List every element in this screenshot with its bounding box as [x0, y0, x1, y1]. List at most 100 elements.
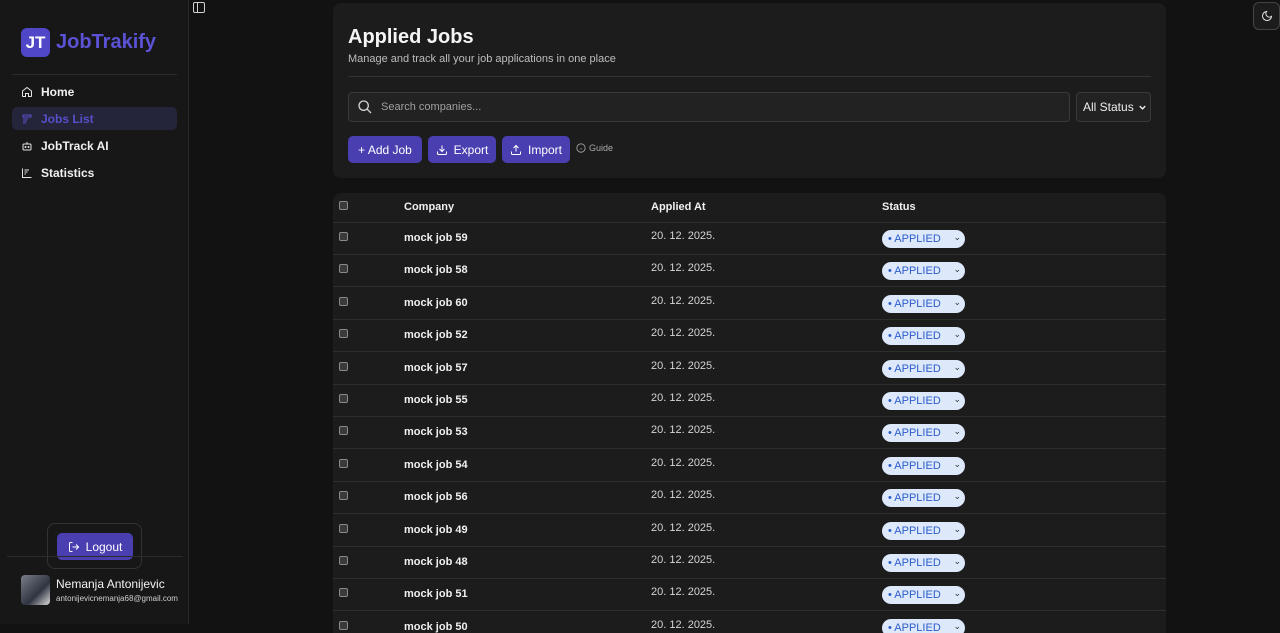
user-name: Nemanja Antonijevic	[56, 577, 165, 591]
applied-at-cell: 20. 12. 2025.	[651, 586, 716, 599]
chevron-down-icon: ⌄	[953, 556, 961, 566]
row-checkbox[interactable]	[339, 264, 348, 274]
export-button[interactable]: Export	[428, 136, 496, 163]
page-subtitle: Manage and track all your job applicatio…	[348, 53, 616, 65]
company-cell: mock job 56	[404, 491, 468, 504]
logout-label: Logout	[85, 539, 123, 554]
page-title: Applied Jobs	[348, 26, 474, 48]
applied-at-cell: 20. 12. 2025.	[651, 489, 716, 502]
table-row[interactable]: mock job 53 20. 12. 2025. • APPLIED ⌄	[333, 417, 1166, 450]
sidebar-divider-bottom	[7, 556, 183, 557]
status-select[interactable]: • APPLIED ⌄	[882, 262, 965, 281]
chevron-down-icon	[1138, 105, 1146, 110]
row-checkbox[interactable]	[339, 588, 348, 598]
row-checkbox[interactable]	[339, 296, 348, 306]
guide-link[interactable]: Guide	[576, 143, 613, 153]
header-divider	[348, 76, 1151, 77]
row-checkbox[interactable]	[339, 556, 348, 565]
status-value: • APPLIED	[888, 395, 941, 407]
row-checkbox[interactable]	[339, 232, 348, 241]
status-select[interactable]: • APPLIED ⌄	[882, 489, 965, 508]
table-row[interactable]: mock job 56 20. 12. 2025. • APPLIED ⌄	[333, 482, 1166, 515]
table-row[interactable]: mock job 57 20. 12. 2025. • APPLIED ⌄	[333, 353, 1166, 385]
applied-at-cell: 20. 12. 2025.	[651, 327, 716, 340]
status-filter-select[interactable]: All Status	[1076, 92, 1151, 122]
status-select[interactable]: • APPLIED ⌄	[882, 456, 965, 475]
search-box	[348, 92, 1070, 122]
company-cell: mock job 58	[404, 264, 468, 277]
table-row[interactable]: mock job 58 20. 12. 2025. • APPLIED ⌄	[333, 255, 1166, 288]
company-cell: mock job 60	[404, 296, 468, 309]
applied-at-cell: 20. 12. 2025.	[651, 618, 716, 631]
chevron-down-icon: ⌄	[953, 394, 961, 404]
row-checkbox[interactable]	[339, 523, 348, 533]
status-select[interactable]: • APPLIED ⌄	[882, 392, 965, 410]
table-row[interactable]: mock job 48 20. 12. 2025. • APPLIED ⌄	[333, 547, 1166, 579]
status-value: • APPLIED	[888, 265, 941, 278]
brand-logo[interactable]: JT JobTrakify	[21, 28, 156, 57]
select-all-checkbox[interactable]	[339, 201, 348, 210]
table-header-row: Company Applied At Status	[333, 193, 1166, 223]
row-checkbox[interactable]	[339, 361, 348, 371]
status-select[interactable]: • APPLIED ⌄	[882, 327, 965, 346]
row-checkbox[interactable]	[339, 426, 348, 436]
table-row[interactable]: mock job 59 20. 12. 2025. • APPLIED ⌄	[333, 223, 1166, 255]
status-select[interactable]: • APPLIED ⌄	[882, 618, 965, 633]
applied-at-cell: 20. 12. 2025.	[651, 262, 716, 275]
import-button[interactable]: Import	[502, 136, 570, 163]
sidebar-item-home[interactable]: Home	[12, 80, 177, 103]
status-select[interactable]: • APPLIED ⌄	[882, 586, 965, 605]
row-checkbox[interactable]	[339, 329, 348, 339]
row-checkbox[interactable]	[339, 458, 348, 468]
table-row[interactable]: mock job 54 20. 12. 2025. • APPLIED ⌄	[333, 450, 1166, 482]
chevron-down-icon: ⌄	[953, 329, 961, 340]
company-cell: mock job 54	[404, 458, 468, 471]
status-select[interactable]: • APPLIED ⌄	[882, 521, 965, 540]
row-checkbox[interactable]	[339, 491, 348, 501]
status-select[interactable]: • APPLIED ⌄	[882, 230, 965, 248]
table-row[interactable]: mock job 50 20. 12. 2025. • APPLIED ⌄	[333, 612, 1166, 633]
table-row[interactable]: mock job 60 20. 12. 2025. • APPLIED ⌄	[333, 288, 1166, 320]
row-checkbox[interactable]	[339, 394, 348, 403]
chevron-down-icon: ⌄	[953, 426, 961, 437]
sidebar-item-jobtrack-ai[interactable]: JobTrack AI	[12, 134, 177, 157]
search-input[interactable]	[381, 101, 981, 113]
chevron-down-icon: ⌄	[953, 458, 961, 469]
status-value: • APPLIED	[888, 427, 941, 440]
status-value: • APPLIED	[888, 557, 941, 569]
info-icon	[576, 143, 586, 153]
header-card: Applied Jobs Manage and track all your j…	[333, 3, 1166, 178]
row-checkbox[interactable]	[339, 620, 348, 630]
theme-toggle-button[interactable]	[1253, 2, 1280, 30]
sidebar-item-label: Jobs List	[41, 111, 94, 126]
applied-at-cell: 20. 12. 2025.	[651, 456, 716, 469]
company-cell: mock job 49	[404, 523, 468, 536]
status-select[interactable]: • APPLIED ⌄	[882, 359, 965, 378]
applied-at-cell: 20. 12. 2025.	[651, 521, 716, 534]
status-select[interactable]: • APPLIED ⌄	[882, 424, 965, 443]
chevron-down-icon: ⌄	[953, 620, 961, 631]
moon-icon	[1261, 10, 1272, 21]
header-company: Company	[404, 201, 455, 213]
status-select[interactable]: • APPLIED ⌄	[882, 294, 965, 313]
table-row[interactable]: mock job 52 20. 12. 2025. • APPLIED ⌄	[333, 320, 1166, 353]
user-profile[interactable]: Nemanja Antonijevic antonijevicnemanja68…	[21, 575, 178, 605]
table-row[interactable]: mock job 49 20. 12. 2025. • APPLIED ⌄	[333, 515, 1166, 547]
add-job-button[interactable]: + Add Job	[348, 136, 422, 163]
sidebar-nav: Home Jobs List JobTrack AI Statistics	[12, 80, 177, 188]
chevron-down-icon: ⌄	[953, 588, 961, 599]
chevron-down-icon: ⌄	[953, 232, 961, 242]
brand-badge: JT	[21, 28, 50, 57]
status-select[interactable]: • APPLIED ⌄	[882, 554, 965, 572]
sidebar-toggle-icon[interactable]	[193, 0, 205, 13]
table-row[interactable]: mock job 55 20. 12. 2025. • APPLIED ⌄	[333, 385, 1166, 417]
sidebar-item-statistics[interactable]: Statistics	[12, 161, 177, 184]
company-cell: mock job 53	[404, 426, 468, 439]
chevron-down-icon: ⌄	[953, 361, 961, 372]
sidebar-item-jobs-list[interactable]: Jobs List	[12, 107, 177, 130]
status-value: • APPLIED	[888, 621, 941, 633]
brand-name: JobTrakify	[56, 31, 157, 53]
table-row[interactable]: mock job 51 20. 12. 2025. • APPLIED ⌄	[333, 579, 1166, 612]
chevron-down-icon: ⌄	[953, 264, 961, 275]
applied-at-cell: 20. 12. 2025.	[651, 359, 716, 372]
